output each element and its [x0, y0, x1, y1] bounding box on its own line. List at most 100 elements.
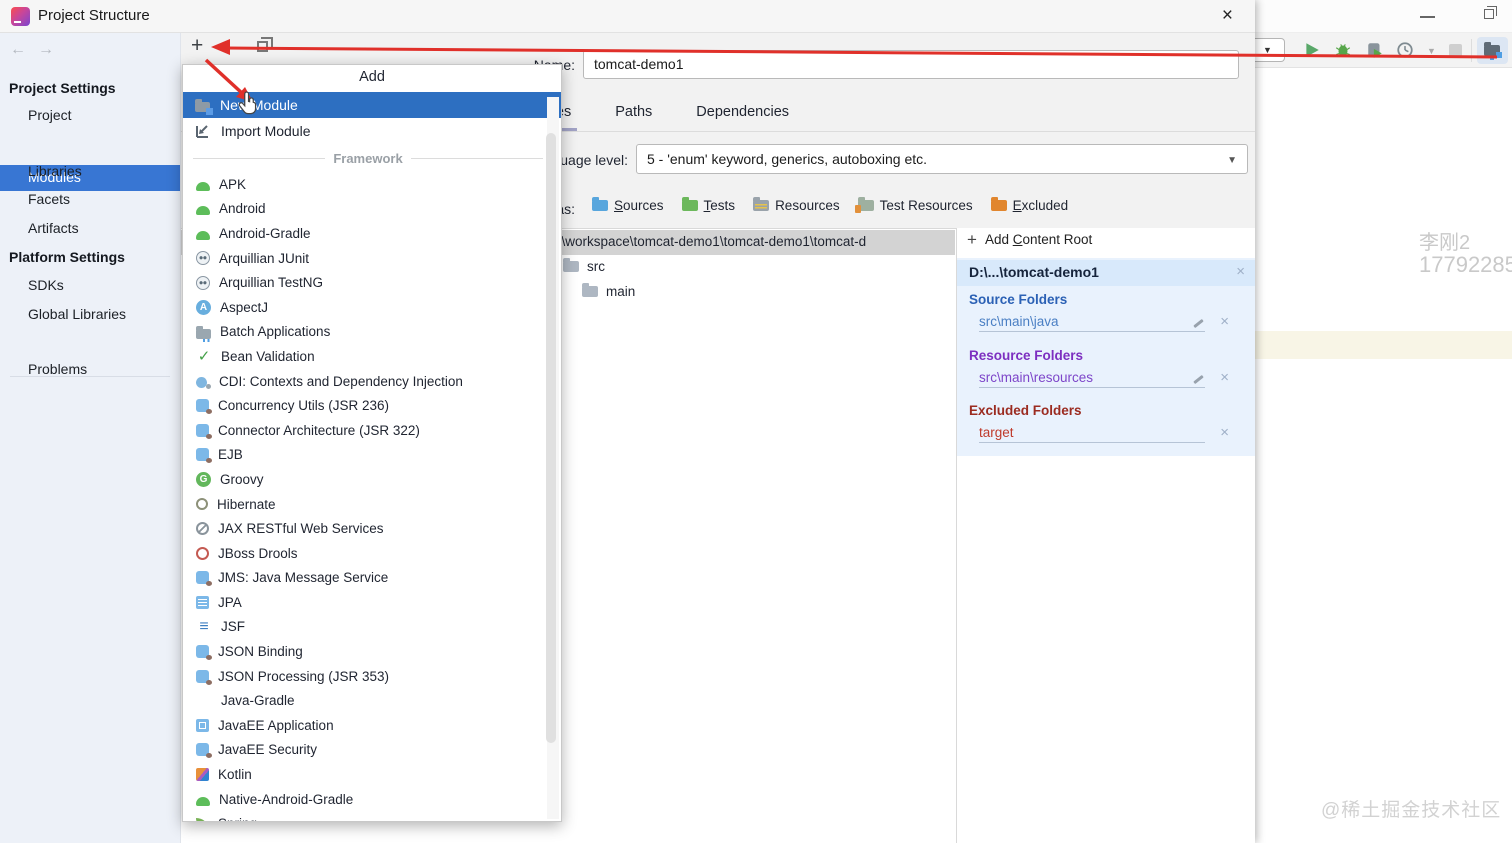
test-resources-folder-icon: [854, 197, 874, 213]
chevron-down-icon: ▼: [1263, 45, 1272, 55]
framework-item[interactable]: JAX RESTful Web Services: [183, 516, 547, 541]
framework-item[interactable]: Connector Architecture (JSR 322): [183, 418, 547, 443]
sidebar-item-global-libraries[interactable]: Global Libraries: [28, 306, 126, 322]
source-folders-title: Source Folders: [969, 292, 1068, 307]
framework-item[interactable]: Spring: [183, 811, 547, 821]
popup-title: Add: [359, 69, 385, 85]
sidebar-item-project[interactable]: Project: [28, 107, 72, 123]
sidebar-item-sdks[interactable]: SDKs: [28, 277, 64, 293]
resource-folder-item[interactable]: src\main\resources ×: [979, 370, 1233, 390]
framework-item[interactable]: JavaEE Application: [183, 713, 547, 738]
content-root-row[interactable]: D:\...\tomcat-demo1 ×: [957, 260, 1255, 286]
debug-icon[interactable]: [1334, 41, 1352, 59]
framework-item[interactable]: Bean Validation: [183, 344, 547, 369]
content-root-path: D:\...\tomcat-demo1: [969, 264, 1099, 280]
json-processing-icon: [196, 669, 212, 685]
framework-item[interactable]: CDI: Contexts and Dependency Injection: [183, 369, 547, 394]
excluded-folder-item[interactable]: target ×: [979, 425, 1233, 445]
scrollbar-thumb[interactable]: [546, 133, 556, 743]
edit-pencil-icon[interactable]: [1192, 318, 1205, 328]
framework-item[interactable]: EJB: [183, 443, 547, 468]
tree-node-src[interactable]: src: [563, 258, 605, 274]
chevron-down-icon: ▼: [1227, 155, 1237, 166]
framework-item[interactable]: Android-Gradle: [183, 221, 547, 246]
folder-path: src\main\resources: [979, 370, 1205, 388]
chevron-down-icon[interactable]: ▼: [1427, 46, 1436, 56]
coverage-icon[interactable]: [1366, 41, 1384, 59]
add-content-root-button[interactable]: + Add Content Root: [967, 231, 1092, 248]
mark-as-tests[interactable]: Tests: [681, 197, 735, 213]
forward-icon[interactable]: →: [38, 41, 54, 59]
framework-label: JAX RESTful Web Services: [218, 521, 384, 537]
sidebar-item-artifacts[interactable]: Artifacts: [28, 220, 79, 236]
tree-node-main[interactable]: > main: [555, 282, 636, 302]
menu-item-label: Import Module: [221, 123, 311, 139]
minimize-icon[interactable]: [1420, 16, 1435, 18]
framework-item[interactable]: JSON Processing (JSR 353): [183, 664, 547, 689]
mark-as-text: Resources: [775, 198, 840, 213]
framework-item[interactable]: JMS: Java Message Service: [183, 566, 547, 591]
framework-item[interactable]: JPA: [183, 590, 547, 615]
sidebar-item-libraries[interactable]: Libraries: [28, 163, 82, 179]
tab-dependencies[interactable]: Dependencies: [690, 102, 795, 131]
batch-applications-icon: [196, 325, 212, 342]
mark-as-sources[interactable]: Sources: [592, 197, 664, 213]
excluded-folders-title: Excluded Folders: [969, 403, 1082, 418]
framework-item[interactable]: AspectJ: [183, 295, 547, 320]
cdi-icon: [196, 376, 207, 388]
popup-scrollbar[interactable]: [546, 97, 559, 819]
framework-item[interactable]: Batch Applications: [183, 320, 547, 345]
remove-folder-icon[interactable]: ×: [1220, 425, 1229, 440]
framework-item[interactable]: Android: [183, 197, 547, 222]
android-icon: [196, 206, 210, 216]
framework-item[interactable]: Hibernate: [183, 492, 547, 517]
framework-item[interactable]: JSON Binding: [183, 639, 547, 664]
remove-root-icon[interactable]: ×: [1236, 264, 1245, 279]
framework-item[interactable]: JavaEE Security: [183, 738, 547, 763]
framework-label: JPA: [218, 594, 242, 610]
framework-item[interactable]: APK: [183, 172, 547, 197]
mark-as-test-resources[interactable]: Test Resources: [854, 197, 973, 213]
restore-icon[interactable]: [1484, 6, 1497, 19]
framework-item[interactable]: Arquillian TestNG: [183, 270, 547, 295]
close-icon[interactable]: ×: [1222, 5, 1233, 27]
copy-module-icon[interactable]: [257, 37, 273, 52]
sidebar-item-modules[interactable]: Modules: [0, 165, 180, 191]
run-icon[interactable]: [1303, 41, 1321, 59]
framework-item[interactable]: Concurrency Utils (JSR 236): [183, 393, 547, 418]
mark-as-resources[interactable]: Resources: [753, 197, 840, 213]
module-name-input[interactable]: tomcat-demo1: [583, 50, 1239, 79]
framework-item[interactable]: JBoss Drools: [183, 541, 547, 566]
framework-item[interactable]: Groovy: [183, 467, 547, 492]
framework-label: Kotlin: [218, 767, 252, 783]
framework-label: AspectJ: [220, 299, 269, 315]
add-button[interactable]: +: [191, 35, 203, 56]
add-popup: Add New Module Import Module Framework A…: [182, 64, 562, 822]
tab-paths[interactable]: Paths: [609, 102, 658, 131]
menu-item-new-module[interactable]: New Module: [183, 92, 561, 118]
framework-label: Bean Validation: [221, 348, 315, 364]
framework-list: APK Android Android-Gradle Arquillian JU…: [183, 172, 547, 821]
framework-item[interactable]: Kotlin: [183, 762, 547, 787]
back-icon[interactable]: ←: [10, 41, 26, 59]
run-config-combo[interactable]: ▼: [1255, 38, 1285, 62]
edit-pencil-icon[interactable]: [1192, 374, 1205, 384]
framework-item[interactable]: JSF: [183, 615, 547, 640]
remove-folder-icon[interactable]: ×: [1220, 314, 1229, 329]
profiler-icon[interactable]: [1396, 41, 1414, 59]
remove-folder-icon[interactable]: ×: [1220, 370, 1229, 385]
project-structure-button[interactable]: [1477, 37, 1508, 64]
framework-item[interactable]: Java-Gradle: [183, 688, 547, 713]
menu-item-import-module[interactable]: Import Module: [183, 118, 561, 144]
framework-item[interactable]: Native-Android-Gradle: [183, 787, 547, 812]
mark-as-excluded[interactable]: Excluded: [990, 197, 1068, 213]
javaee-icon: [196, 448, 212, 464]
sidebar-item-problems[interactable]: Problems: [28, 361, 87, 377]
project-structure-icon: [1484, 42, 1502, 58]
language-level-select[interactable]: 5 - 'enum' keyword, generics, autoboxing…: [636, 144, 1248, 174]
folder-path: src\main\java: [979, 314, 1205, 332]
framework-item[interactable]: Arquillian JUnit: [183, 246, 547, 271]
source-folder-item[interactable]: src\main\java ×: [979, 314, 1233, 334]
sidebar-item-facets[interactable]: Facets: [28, 191, 70, 207]
tree-node-label: main: [606, 284, 636, 299]
